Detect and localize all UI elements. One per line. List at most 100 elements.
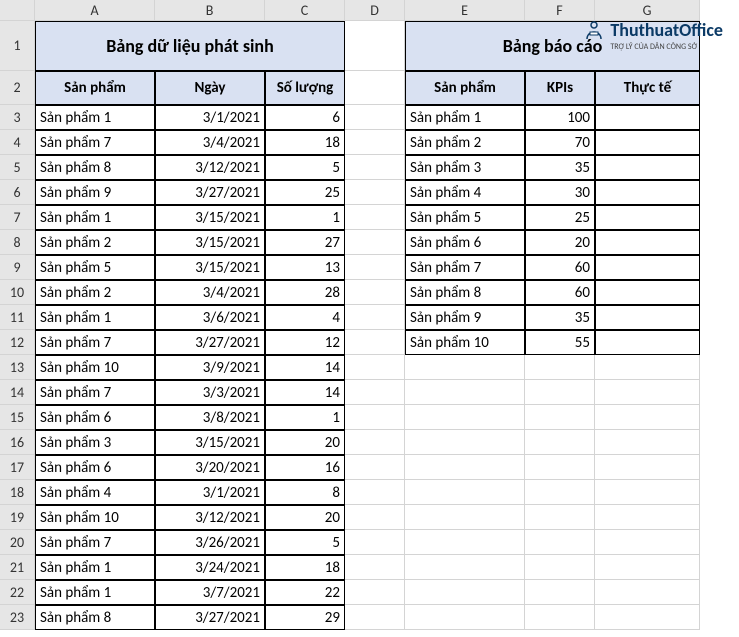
cell-F19[interactable]	[525, 505, 595, 530]
cell-G4[interactable]	[595, 130, 700, 155]
cell-G10[interactable]	[595, 280, 700, 305]
cell-E16[interactable]	[405, 430, 525, 455]
cell-A10[interactable]: Sản phẩm 2	[35, 280, 155, 305]
cell-A11[interactable]: Sản phẩm 1	[35, 305, 155, 330]
cell-A23[interactable]: Sản phẩm 8	[35, 605, 155, 630]
cell-C23[interactable]: 29	[265, 605, 345, 630]
cell-A9[interactable]: Sản phẩm 5	[35, 255, 155, 280]
cell-F23[interactable]	[525, 605, 595, 630]
cell-A21[interactable]: Sản phẩm 1	[35, 555, 155, 580]
cell-G13[interactable]	[595, 355, 700, 380]
cell-B14[interactable]: 3/3/2021	[155, 380, 265, 405]
cell-E8[interactable]: Sản phẩm 6	[405, 230, 525, 255]
cell-G7[interactable]	[595, 205, 700, 230]
cell-E21[interactable]	[405, 555, 525, 580]
row-header-1[interactable]: 1	[0, 21, 35, 71]
row-header-21[interactable]: 21	[0, 555, 35, 580]
cell-G6[interactable]	[595, 180, 700, 205]
cell-G19[interactable]	[595, 505, 700, 530]
cell-D13[interactable]	[345, 355, 405, 380]
cell-B19[interactable]: 3/12/2021	[155, 505, 265, 530]
cell-F8[interactable]: 20	[525, 230, 595, 255]
cell-B10[interactable]: 3/4/2021	[155, 280, 265, 305]
cell-B7[interactable]: 3/15/2021	[155, 205, 265, 230]
cell-C6[interactable]: 25	[265, 180, 345, 205]
cell-A14[interactable]: Sản phẩm 7	[35, 380, 155, 405]
cell-G12[interactable]	[595, 330, 700, 355]
cell-D7[interactable]	[345, 205, 405, 230]
cell-F4[interactable]: 70	[525, 130, 595, 155]
cell-C18[interactable]: 8	[265, 480, 345, 505]
cell-B5[interactable]: 3/12/2021	[155, 155, 265, 180]
cell-B13[interactable]: 3/9/2021	[155, 355, 265, 380]
cell-F7[interactable]: 25	[525, 205, 595, 230]
cell-E7[interactable]: Sản phẩm 5	[405, 205, 525, 230]
cell-C19[interactable]: 20	[265, 505, 345, 530]
cell-F14[interactable]	[525, 380, 595, 405]
cell-D4[interactable]	[345, 130, 405, 155]
col-header-B[interactable]: B	[155, 0, 265, 21]
cell-D20[interactable]	[345, 530, 405, 555]
cell-A7[interactable]: Sản phẩm 1	[35, 205, 155, 230]
cell-G15[interactable]	[595, 405, 700, 430]
cell-A3[interactable]: Sản phẩm 1	[35, 105, 155, 130]
cell-F17[interactable]	[525, 455, 595, 480]
cell-A17[interactable]: Sản phẩm 6	[35, 455, 155, 480]
cell-A15[interactable]: Sản phẩm 6	[35, 405, 155, 430]
cell-B23[interactable]: 3/27/2021	[155, 605, 265, 630]
cell-B12[interactable]: 3/27/2021	[155, 330, 265, 355]
row-header-4[interactable]: 4	[0, 130, 35, 155]
row-header-17[interactable]: 17	[0, 455, 35, 480]
cell-G14[interactable]	[595, 380, 700, 405]
cell-A20[interactable]: Sản phẩm 7	[35, 530, 155, 555]
row-header-23[interactable]: 23	[0, 605, 35, 630]
row-header-11[interactable]: 11	[0, 305, 35, 330]
cell-G16[interactable]	[595, 430, 700, 455]
cell-A5[interactable]: Sản phẩm 8	[35, 155, 155, 180]
row-header-20[interactable]: 20	[0, 530, 35, 555]
cell-C14[interactable]: 14	[265, 380, 345, 405]
cell-G23[interactable]	[595, 605, 700, 630]
cell-A19[interactable]: Sản phẩm 10	[35, 505, 155, 530]
cell-C5[interactable]: 5	[265, 155, 345, 180]
row-header-19[interactable]: 19	[0, 505, 35, 530]
cell-G22[interactable]	[595, 580, 700, 605]
cell-G5[interactable]	[595, 155, 700, 180]
cell-E19[interactable]	[405, 505, 525, 530]
cell-D18[interactable]	[345, 480, 405, 505]
cell-G3[interactable]	[595, 105, 700, 130]
cell-F20[interactable]	[525, 530, 595, 555]
cell-D22[interactable]	[345, 580, 405, 605]
cell-C16[interactable]: 20	[265, 430, 345, 455]
cell-B18[interactable]: 3/1/2021	[155, 480, 265, 505]
cell-E15[interactable]	[405, 405, 525, 430]
cell-D21[interactable]	[345, 555, 405, 580]
cell-D6[interactable]	[345, 180, 405, 205]
cell-C21[interactable]: 18	[265, 555, 345, 580]
cell-D19[interactable]	[345, 505, 405, 530]
cell-E17[interactable]	[405, 455, 525, 480]
cell-E12[interactable]: Sản phẩm 10	[405, 330, 525, 355]
cell-D17[interactable]	[345, 455, 405, 480]
row-header-13[interactable]: 13	[0, 355, 35, 380]
cell-B11[interactable]: 3/6/2021	[155, 305, 265, 330]
row-header-22[interactable]: 22	[0, 580, 35, 605]
row-header-12[interactable]: 12	[0, 330, 35, 355]
row-header-2[interactable]: 2	[0, 71, 35, 105]
cell-C7[interactable]: 1	[265, 205, 345, 230]
cell-D3[interactable]	[345, 105, 405, 130]
cell-E3[interactable]: Sản phẩm 1	[405, 105, 525, 130]
cell-C3[interactable]: 6	[265, 105, 345, 130]
cell-E20[interactable]	[405, 530, 525, 555]
select-all-corner[interactable]	[0, 0, 35, 21]
cell-F13[interactable]	[525, 355, 595, 380]
cell-B15[interactable]: 3/8/2021	[155, 405, 265, 430]
cell-B4[interactable]: 3/4/2021	[155, 130, 265, 155]
cell-G20[interactable]	[595, 530, 700, 555]
row-header-15[interactable]: 15	[0, 405, 35, 430]
cell-D14[interactable]	[345, 380, 405, 405]
cell-D2[interactable]	[345, 71, 405, 105]
cell-F3[interactable]: 100	[525, 105, 595, 130]
cell-F18[interactable]	[525, 480, 595, 505]
cell-F5[interactable]: 35	[525, 155, 595, 180]
